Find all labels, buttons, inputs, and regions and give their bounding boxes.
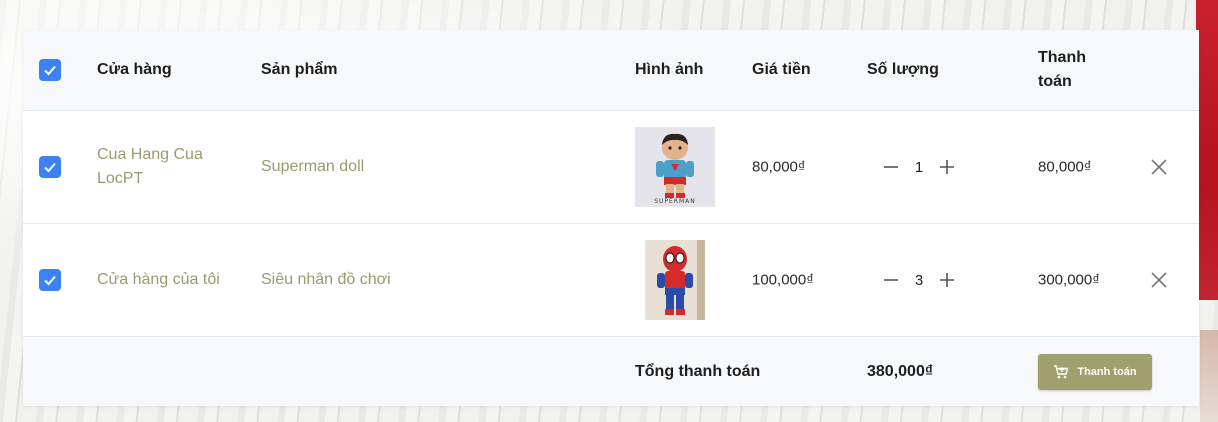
close-icon — [1151, 159, 1167, 175]
table-row: Cửa hàng của tôi Siêu nhân đồ chơi 100,0… — [23, 224, 1199, 337]
cart-table: Cửa hàng Sản phẩm Hình ảnh Giá tiền Số l… — [23, 30, 1199, 406]
background-decoration — [1196, 0, 1218, 300]
decrease-button[interactable] — [881, 157, 901, 177]
item-checkbox[interactable] — [39, 156, 61, 178]
item-product: Siêu nhân đồ chơi — [261, 271, 391, 288]
decrease-button[interactable] — [881, 270, 901, 290]
checkout-button[interactable]: Thanh toán — [1038, 353, 1152, 390]
checkmark-icon — [44, 275, 56, 286]
total-label: Tổng thanh toán — [635, 362, 761, 380]
close-icon — [1151, 272, 1167, 288]
item-store: Cua Hang Cua LocPT — [97, 143, 203, 191]
minus-icon — [884, 279, 898, 281]
spiderman-toy-image — [635, 240, 715, 320]
table-row: Cua Hang Cua LocPT Superman doll SUPERMA… — [23, 111, 1199, 224]
image-caption: SUPERMAN — [654, 198, 696, 205]
superman-doll-image: SUPERMAN — [635, 127, 715, 207]
select-all-checkbox[interactable] — [39, 59, 61, 81]
item-product: Superman doll — [261, 158, 365, 175]
plus-icon — [940, 273, 954, 287]
increase-button[interactable] — [937, 157, 957, 177]
plus-icon — [940, 160, 954, 174]
header-image: Hình ảnh — [635, 61, 704, 78]
quantity-stepper: 1 — [881, 157, 957, 177]
quantity-value[interactable]: 3 — [901, 272, 937, 289]
item-subtotal: 300,000₫ — [1038, 271, 1100, 289]
remove-item-button[interactable] — [1149, 157, 1169, 177]
header-payment-line2: toán — [1038, 73, 1072, 90]
total-value: 380,000₫ — [867, 362, 934, 380]
item-store-line1: Cua Hang Cua — [97, 146, 203, 163]
table-header: Cửa hàng Sản phẩm Hình ảnh Giá tiền Số l… — [23, 30, 1199, 111]
item-price: 100,000₫ — [752, 271, 814, 289]
checkmark-icon — [44, 65, 56, 76]
item-store-line2: LocPT — [97, 170, 144, 187]
header-payment: Thanh toán — [1038, 46, 1086, 94]
header-store: Cửa hàng — [97, 61, 172, 78]
header-price: Giá tiền — [752, 61, 811, 78]
minus-icon — [884, 166, 898, 168]
header-payment-line1: Thanh — [1038, 49, 1086, 66]
quantity-value[interactable]: 1 — [901, 159, 937, 176]
table-footer: Tổng thanh toán 380,000₫ Thanh toán — [23, 337, 1199, 406]
item-checkbox[interactable] — [39, 269, 61, 291]
item-store: Cửa hàng của tôi — [97, 271, 220, 288]
header-quantity: Số lượng — [867, 61, 939, 78]
quantity-stepper: 3 — [881, 270, 957, 290]
background-decoration-lower — [1200, 330, 1218, 422]
checkmark-icon — [44, 162, 56, 173]
item-subtotal: 80,000₫ — [1038, 158, 1092, 176]
increase-button[interactable] — [937, 270, 957, 290]
item-price: 80,000₫ — [752, 158, 806, 176]
cart-icon — [1054, 364, 1069, 378]
remove-item-button[interactable] — [1149, 270, 1169, 290]
checkout-label: Thanh toán — [1077, 365, 1137, 378]
header-product: Sản phẩm — [261, 61, 338, 78]
